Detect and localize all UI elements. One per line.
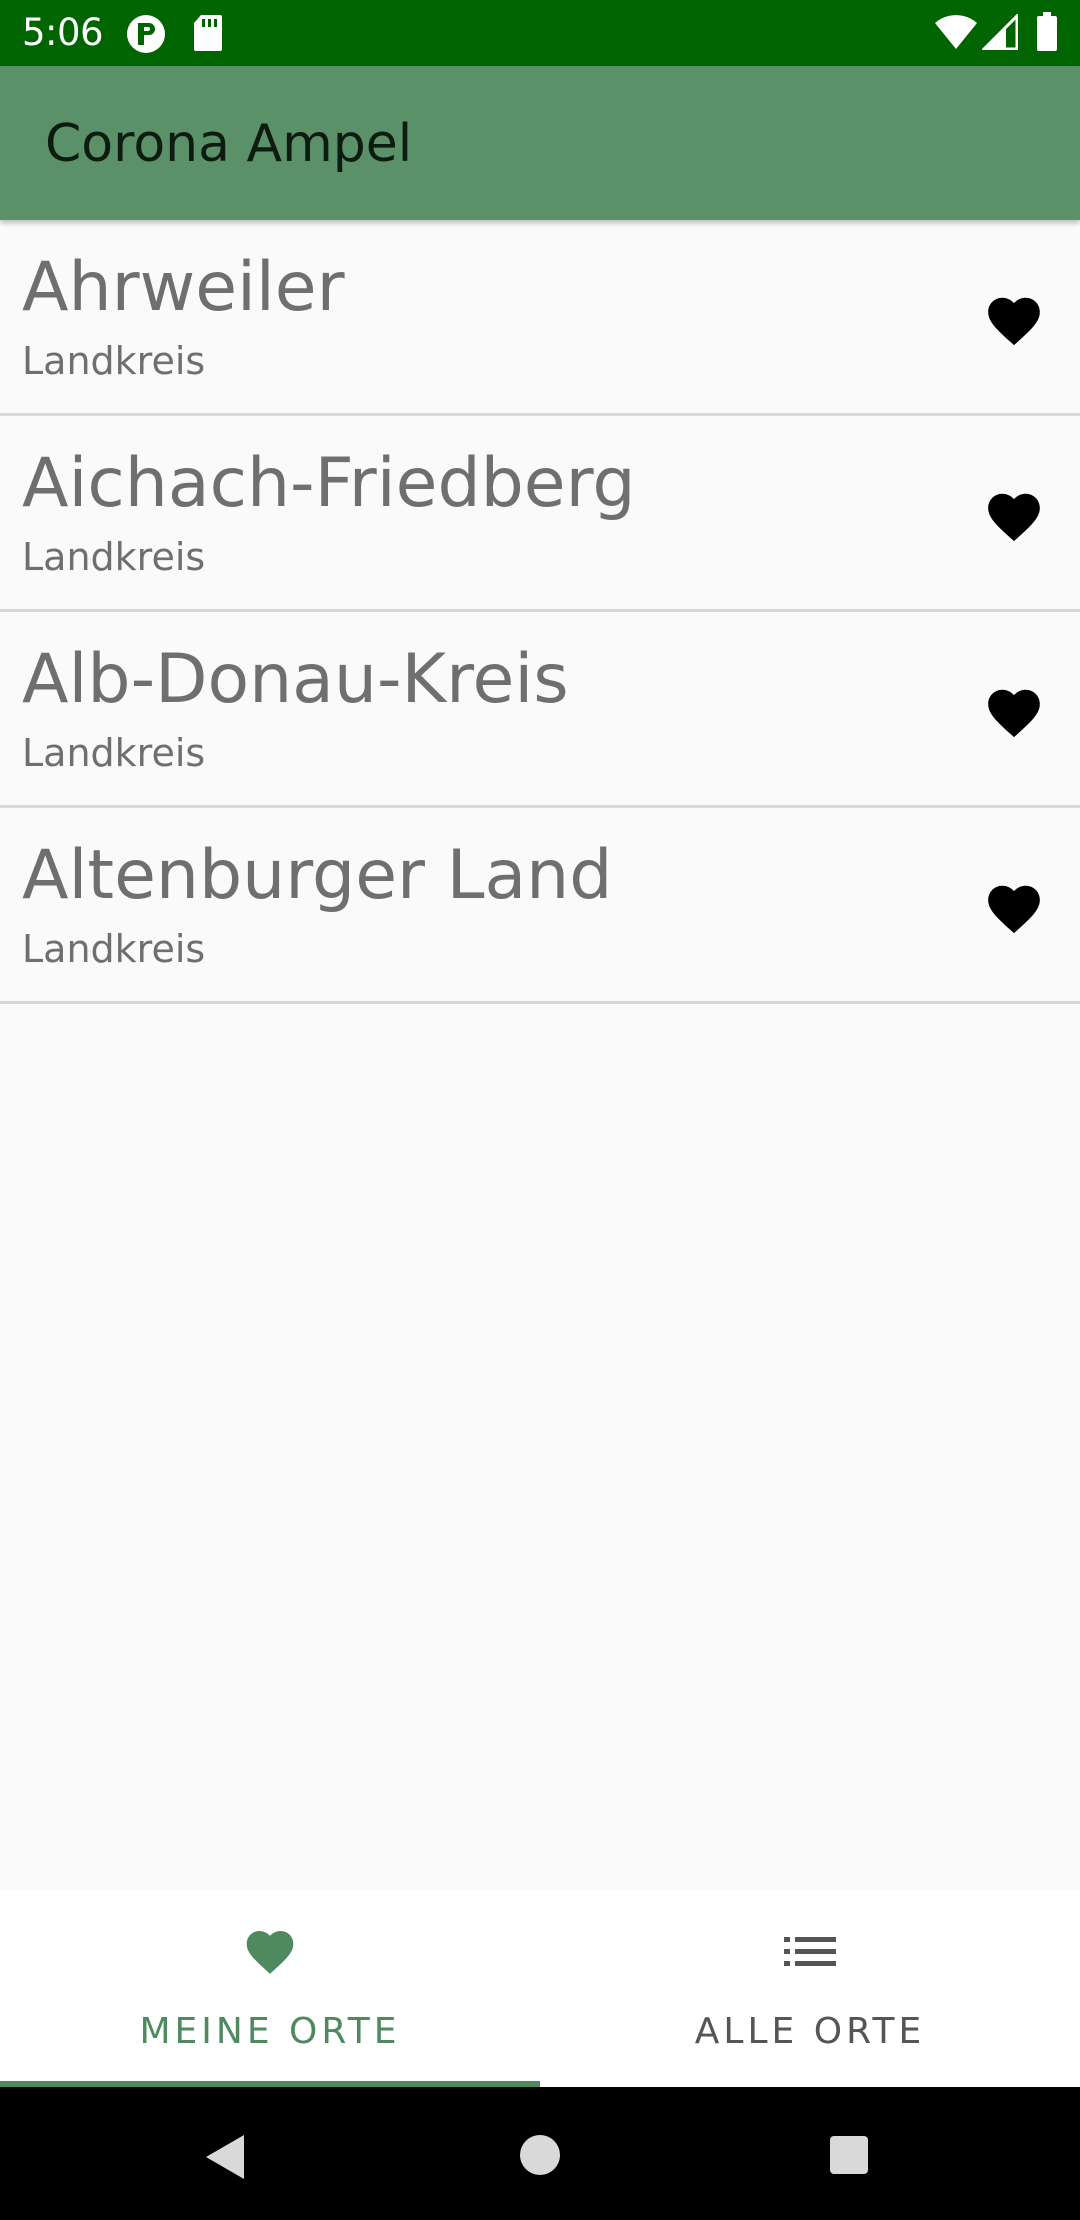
back-icon[interactable] bbox=[204, 2133, 246, 2181]
heart-icon[interactable] bbox=[980, 486, 1048, 548]
list-item[interactable]: Aichach-Friedberg Landkreis bbox=[0, 416, 1080, 612]
tab-meine-orte[interactable]: MEINE ORTE bbox=[0, 1890, 540, 2087]
sd-card-icon bbox=[194, 15, 222, 51]
signal-icon bbox=[982, 14, 1018, 50]
place-name: Alb-Donau-Kreis bbox=[22, 640, 569, 719]
battery-icon bbox=[1037, 12, 1057, 51]
place-type: Landkreis bbox=[22, 731, 206, 775]
list-item[interactable]: Ahrweiler Landkreis bbox=[0, 220, 1080, 416]
place-type: Landkreis bbox=[22, 535, 206, 579]
system-nav-bar bbox=[0, 2087, 1080, 2220]
home-icon[interactable] bbox=[519, 2134, 561, 2176]
tab-label: ALLE ORTE bbox=[694, 2011, 926, 2052]
place-name: Aichach-Friedberg bbox=[22, 444, 636, 523]
bottom-tabs: MEINE ORTE ALLE ORTE bbox=[0, 1890, 1080, 2087]
status-bar: 5:06 bbox=[0, 0, 1080, 66]
app-title: Corona Ampel bbox=[45, 114, 413, 174]
place-name: Altenburger Land bbox=[22, 836, 613, 915]
tab-alle-orte[interactable]: ALLE ORTE bbox=[540, 1890, 1080, 2087]
favorites-list: Ahrweiler Landkreis Aichach-Friedberg La… bbox=[0, 220, 1080, 1004]
status-time: 5:06 bbox=[22, 11, 104, 54]
place-type: Landkreis bbox=[22, 339, 206, 383]
tab-label: MEINE ORTE bbox=[139, 2011, 401, 2052]
heart-icon bbox=[246, 1931, 294, 1974]
heart-icon[interactable] bbox=[980, 682, 1048, 744]
p-icon bbox=[127, 15, 165, 53]
list-item[interactable]: Alb-Donau-Kreis Landkreis bbox=[0, 612, 1080, 808]
place-name: Ahrweiler bbox=[22, 248, 345, 327]
list-item[interactable]: Altenburger Land Landkreis bbox=[0, 808, 1080, 1004]
app-bar: Corona Ampel bbox=[0, 66, 1080, 220]
recents-icon[interactable] bbox=[829, 2135, 869, 2175]
heart-icon[interactable] bbox=[980, 290, 1048, 352]
heart-icon[interactable] bbox=[980, 878, 1048, 940]
list-icon bbox=[784, 1937, 836, 1966]
place-type: Landkreis bbox=[22, 927, 206, 971]
wifi-icon bbox=[935, 15, 977, 49]
